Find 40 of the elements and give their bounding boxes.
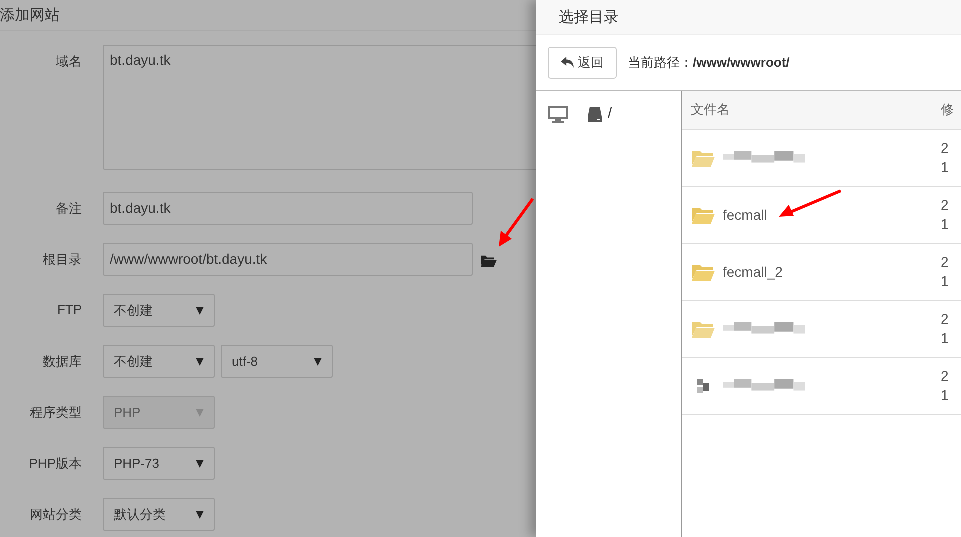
tree-item[interactable]: /	[608, 105, 612, 122]
folder-name[interactable]: fecmall	[723, 207, 768, 223]
dialog-title: 添加网站	[0, 6, 60, 24]
back-button[interactable]: 返回	[548, 46, 617, 78]
table-cell-text: 1	[941, 329, 950, 348]
disk-icon[interactable]	[587, 106, 603, 122]
annotation-arrow	[777, 189, 843, 219]
field-label: 根目录	[42, 251, 82, 269]
table-cell-text: 2	[941, 310, 950, 329]
folder-name[interactable]: fecmall_2	[723, 264, 783, 280]
table-cell-text: 1	[941, 272, 950, 291]
column-header: 修	[941, 101, 955, 119]
table-cell-text: 2	[941, 367, 950, 386]
field-label: 域名	[55, 53, 82, 71]
input-field[interactable]: bt.dayu.tk	[103, 192, 473, 225]
annotation-arrow	[496, 197, 536, 249]
current-path: 当前路径：/www/wwwroot/	[628, 54, 790, 72]
table-cell-text: 1	[941, 215, 950, 234]
table-cell-text: 1	[941, 386, 950, 405]
table-cell-text: 2	[941, 139, 950, 158]
field-label: 数据库	[42, 353, 82, 371]
field-label: 程序类型	[29, 404, 82, 422]
select-dropdown[interactable]: PHP-73	[103, 447, 215, 480]
column-header: 文件名	[690, 101, 731, 119]
select-dropdown[interactable]: utf-8	[221, 345, 333, 378]
field-label: 网站分类	[29, 506, 82, 524]
folder-icon[interactable]	[480, 254, 497, 267]
field-label: PHP版本	[28, 455, 82, 473]
table-cell-text: 2	[941, 196, 950, 215]
select-dropdown[interactable]: 默认分类	[103, 498, 215, 531]
field-label: FTP	[56, 301, 82, 317]
dialog-title: 选择目录	[559, 8, 619, 26]
select-dropdown[interactable]: 不创建	[103, 294, 215, 327]
field-label: 备注	[55, 200, 82, 218]
table-cell-text: 1	[941, 158, 950, 177]
input-field[interactable]: /www/wwwroot/bt.dayu.tk	[103, 243, 473, 276]
select-dropdown[interactable]: 不创建	[103, 345, 215, 378]
back-arrow-icon	[561, 57, 574, 68]
table-cell-text: 2	[941, 253, 950, 272]
computer-icon[interactable]	[548, 106, 568, 123]
